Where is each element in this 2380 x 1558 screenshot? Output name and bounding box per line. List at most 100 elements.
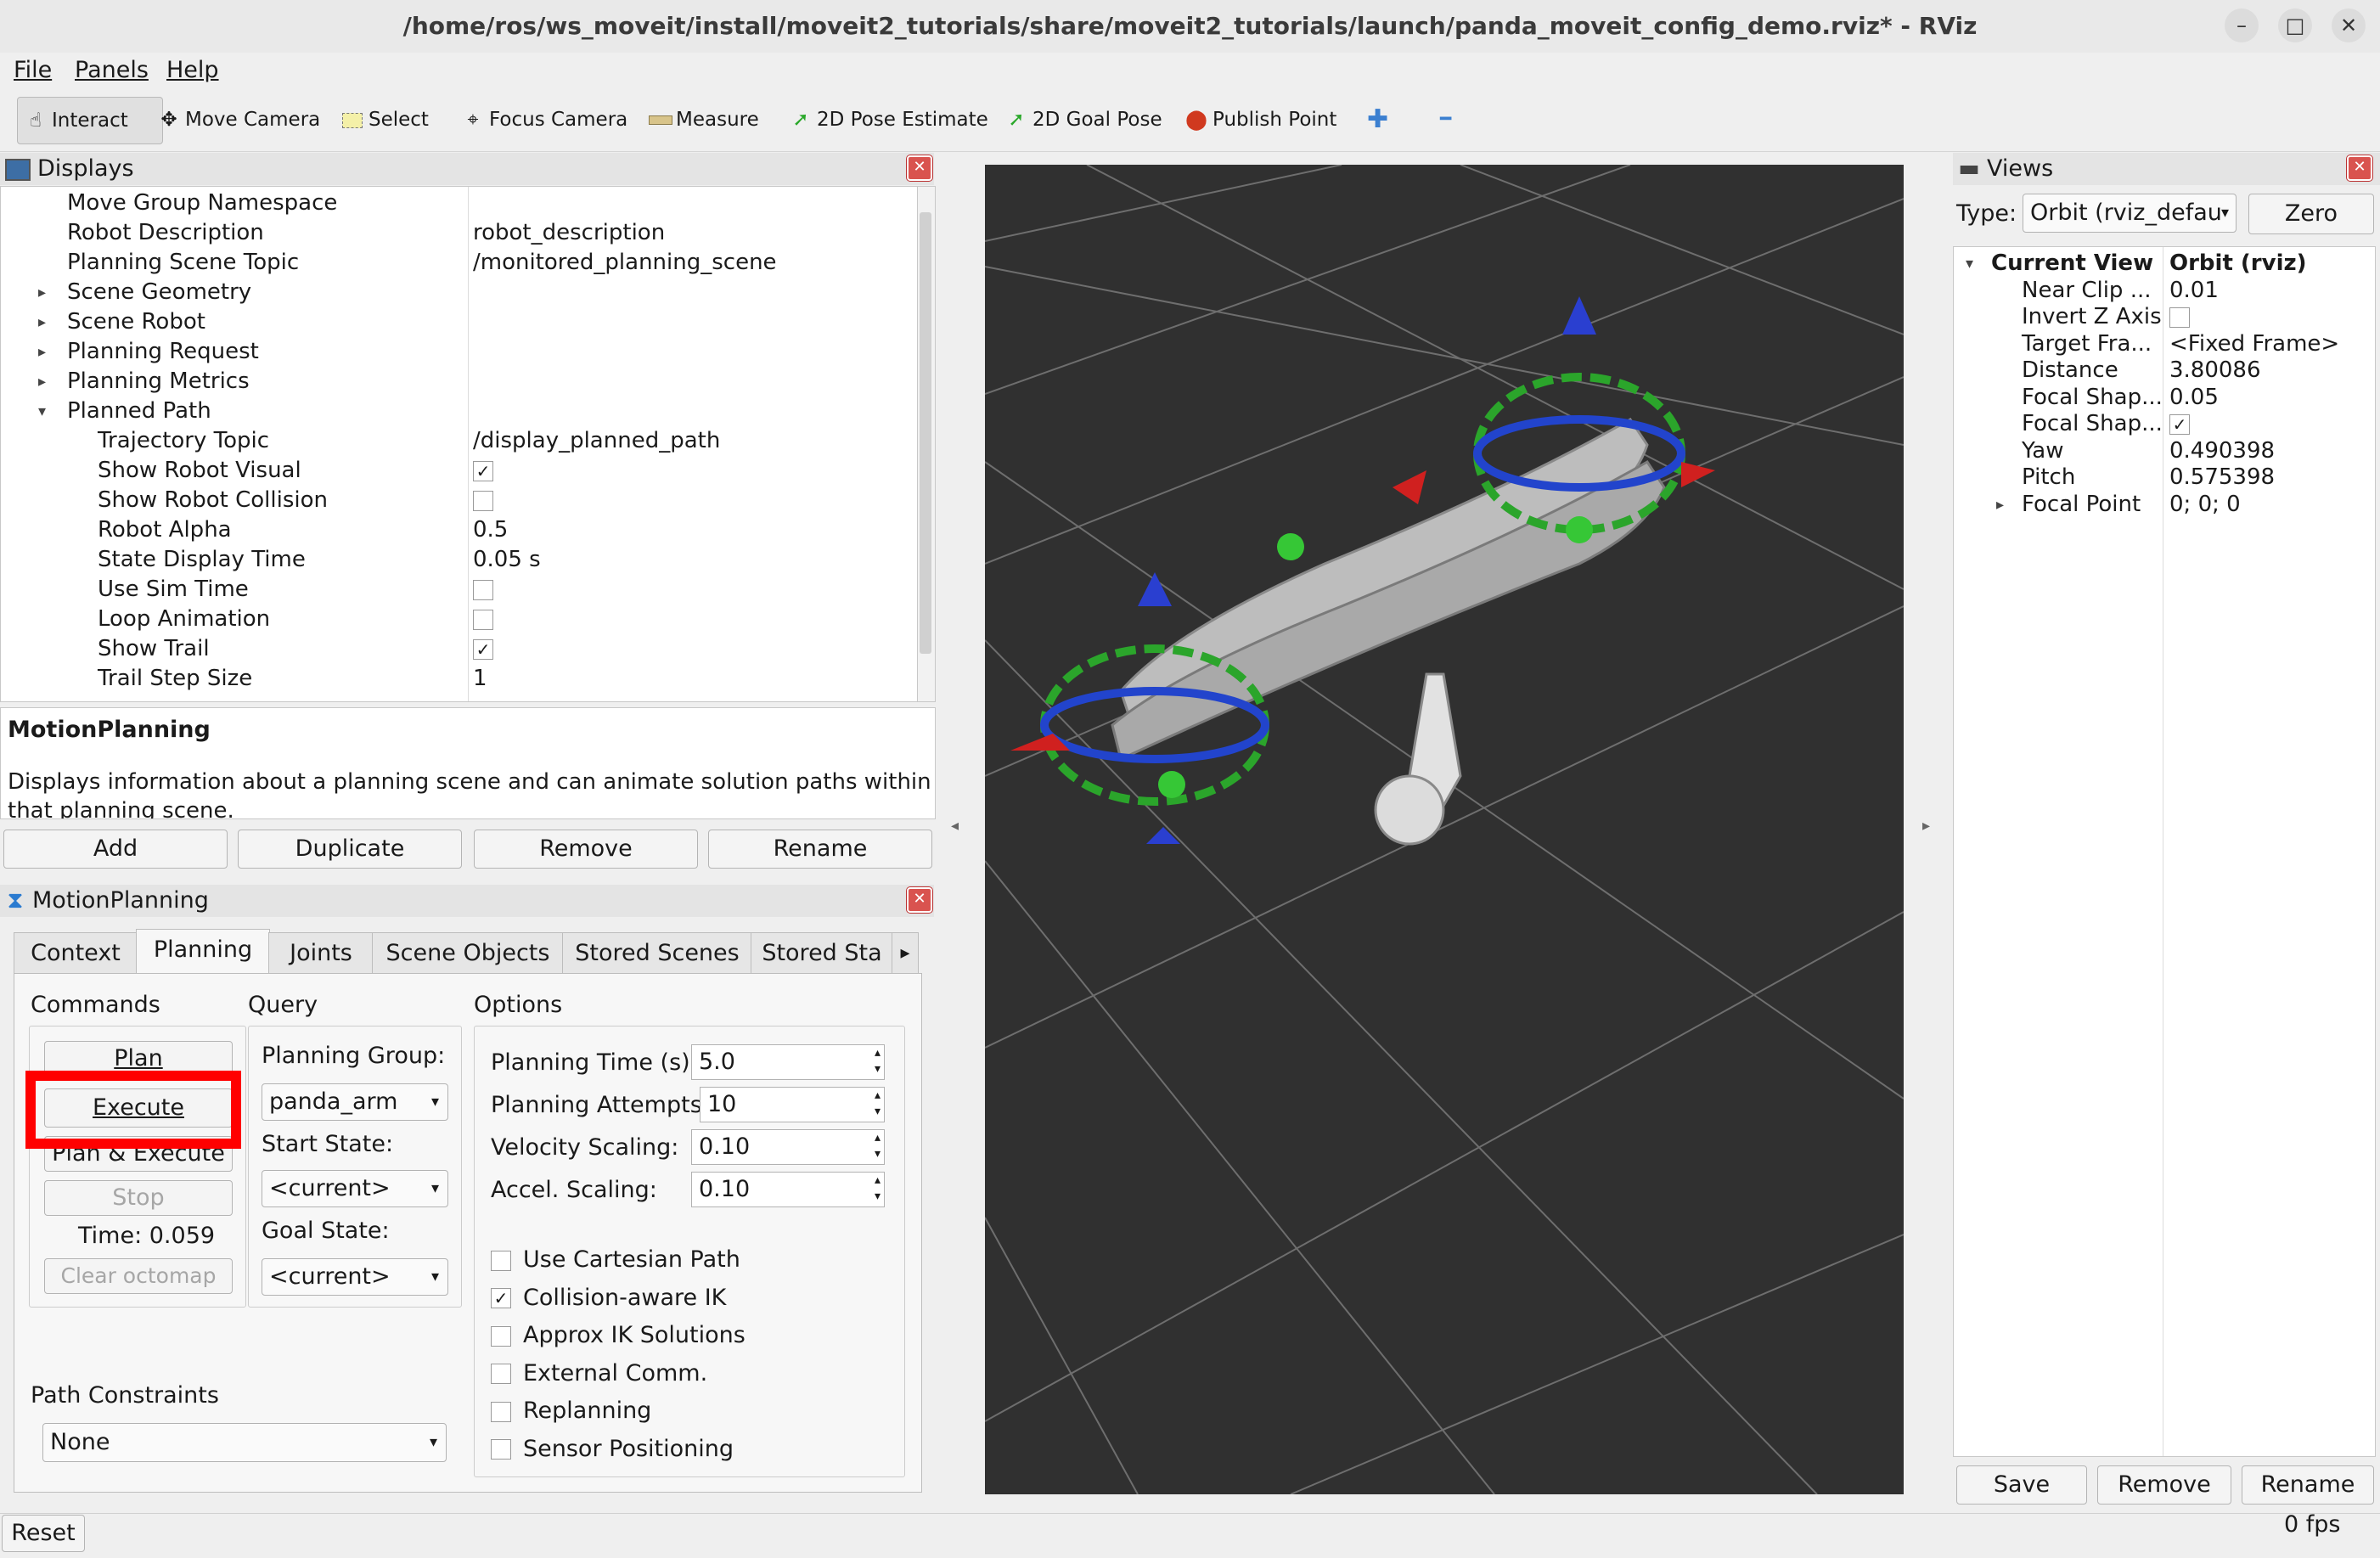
views-tree-row[interactable]: Pitch 0.575398 <box>1954 464 2375 491</box>
property-checkbox[interactable] <box>473 491 493 511</box>
views-tree-row[interactable]: Near Clip ... 0.01 <box>1954 278 2375 304</box>
view-property-value[interactable]: Orbit (rviz) <box>2169 250 2307 277</box>
property-value[interactable]: 1 <box>473 664 487 694</box>
collapse-left-icon[interactable]: ◂ <box>951 817 959 835</box>
view-property-checkbox[interactable] <box>2169 307 2190 328</box>
view-property-value[interactable]: 0.490398 <box>2169 438 2275 464</box>
views-tree-row[interactable]: Distance 3.80086 <box>1954 357 2375 384</box>
spin-arrows-icon[interactable]: ▴ ▾ <box>875 1173 881 1205</box>
views-tree-row[interactable]: Focal Shap... ✓ <box>1954 411 2375 437</box>
goal-state-select[interactable]: <current> ▾ <box>262 1258 448 1296</box>
property-checkbox[interactable] <box>473 610 493 630</box>
move-camera-tool-button[interactable]: ✥ Move Camera <box>158 97 320 143</box>
collapse-right-icon[interactable]: ▸ <box>1922 817 1930 835</box>
minimize-button[interactable]: – <box>2225 8 2259 42</box>
view-property-checkbox[interactable]: ✓ <box>2169 414 2190 435</box>
close-window-button[interactable]: ✕ <box>2332 8 2366 42</box>
displays-tree-row[interactable]: Use Sim Time <box>1 575 918 605</box>
remove-view-button[interactable]: Remove <box>2097 1465 2231 1505</box>
expand-arrow-icon[interactable]: ▸ <box>38 307 46 337</box>
property-value[interactable]: /display_planned_path <box>473 426 720 456</box>
property-value[interactable]: 0.5 <box>473 515 508 545</box>
tab-planning[interactable]: Planning <box>136 929 270 974</box>
views-tree-row[interactable]: ▾ Current View Orbit (rviz) <box>1954 250 2375 277</box>
clear-octomap-button[interactable]: Clear octomap <box>44 1258 233 1294</box>
option-checkbox-row[interactable]: ✓ Collision-aware IK <box>491 1283 726 1313</box>
save-view-button[interactable]: Save <box>1956 1465 2087 1505</box>
displays-tree-row[interactable]: Trajectory Topic/display_planned_path <box>1 426 918 456</box>
remove-display-button[interactable]: Remove <box>474 830 698 869</box>
publish-point-tool-button[interactable]: ⬤ Publish Point <box>1185 97 1336 143</box>
displays-tree-row[interactable]: Robot Description robot_description <box>1 218 918 248</box>
tab-stored-sta[interactable]: Stored Sta <box>751 932 893 974</box>
expand-arrow-icon[interactable]: ▸ <box>38 337 46 367</box>
option-checkbox[interactable] <box>491 1325 511 1347</box>
displays-tree-row[interactable]: ▸ Scene Geometry <box>1 278 918 307</box>
interact-tool-button[interactable]: ☝ Interact <box>17 97 163 144</box>
pose-estimate-tool-button[interactable]: ➚ 2D Pose Estimate <box>790 97 987 143</box>
expand-arrow-icon[interactable]: ▸ <box>1996 492 2004 518</box>
spin-arrows-icon[interactable]: ▴ ▾ <box>875 1130 881 1162</box>
rename-view-button[interactable]: Rename <box>2242 1465 2374 1505</box>
select-tool-button[interactable]: Select <box>341 97 429 143</box>
property-value[interactable]: robot_description <box>473 218 665 248</box>
expand-arrow-icon[interactable]: ▸ <box>38 278 46 307</box>
start-state-select[interactable]: <current> ▾ <box>262 1170 448 1207</box>
remove-tool-icon[interactable]: ━ <box>1440 97 1451 143</box>
tab-stored-scenes[interactable]: Stored Scenes <box>562 932 752 974</box>
3d-viewport[interactable] <box>985 165 1904 1494</box>
close-icon[interactable]: ✕ <box>907 155 932 181</box>
option-checkbox-row[interactable]: Replanning <box>491 1396 651 1426</box>
option-checkbox-row[interactable]: Use Cartesian Path <box>491 1245 740 1275</box>
duplicate-display-button[interactable]: Duplicate <box>238 830 462 869</box>
measure-tool-button[interactable]: Measure <box>649 97 759 143</box>
view-property-value[interactable]: 0.05 <box>2169 385 2219 411</box>
add-display-button[interactable]: Add <box>3 830 228 869</box>
views-tree-row[interactable]: Focal Shap... 0.05 <box>1954 385 2375 411</box>
stop-button[interactable]: Stop <box>44 1180 233 1216</box>
displays-tree-row[interactable]: Show Robot Collision <box>1 486 918 515</box>
menu-help[interactable]: Help <box>166 54 219 87</box>
displays-tree-row[interactable]: ▾ Planned Path <box>1 397 918 426</box>
path-constraints-select[interactable]: None ▾ <box>42 1423 447 1462</box>
scrollbar-thumb[interactable] <box>920 212 931 654</box>
displays-tree-row[interactable]: Show Trail ✓ <box>1 634 918 664</box>
expand-arrow-icon[interactable]: ▾ <box>1966 250 1973 277</box>
maximize-button[interactable]: □ <box>2278 8 2312 42</box>
menu-file[interactable]: File <box>14 54 52 87</box>
option-checkbox[interactable] <box>491 1364 511 1384</box>
tab-scroll-right-icon[interactable]: ▸ <box>892 932 919 975</box>
view-type-select[interactable]: Orbit (rviz_defau ▾ <box>2023 194 2237 233</box>
displays-tree-row[interactable]: ▸ Planning Request <box>1 337 918 367</box>
displays-tree-row[interactable]: Show Robot Visual ✓ <box>1 456 918 486</box>
tab-joints[interactable]: Joints <box>268 932 374 974</box>
option-checkbox[interactable] <box>491 1401 511 1422</box>
expand-arrow-icon[interactable]: ▾ <box>38 397 46 426</box>
close-icon[interactable]: ✕ <box>2347 155 2372 181</box>
option-checkbox-row[interactable]: External Comm. <box>491 1358 707 1389</box>
displays-tree-row[interactable]: State Display Time 0.05 s <box>1 545 918 575</box>
tab-context[interactable]: Context <box>14 932 138 974</box>
add-tool-icon[interactable]: ✚ <box>1367 97 1388 143</box>
displays-tree-row[interactable]: Planning Scene Topic/monitored_planning_… <box>1 248 918 278</box>
spin-arrows-icon[interactable]: ▴ ▾ <box>875 1088 881 1120</box>
displays-tree-row[interactable]: Robot Alpha 0.5 <box>1 515 918 545</box>
view-property-value[interactable]: 0; 0; 0 <box>2169 492 2241 518</box>
zero-view-button[interactable]: Zero <box>2248 194 2374 234</box>
views-tree-row[interactable]: ▸ Focal Point 0; 0; 0 <box>1954 492 2375 518</box>
planning-attempts-spinbox[interactable]: 10 ▴ ▾ <box>700 1087 885 1122</box>
property-value[interactable]: /monitored_planning_scene <box>473 248 777 278</box>
planning-time-spinbox[interactable]: 5.0 ▴ ▾ <box>691 1044 885 1080</box>
views-tree-row[interactable]: Invert Z Axis <box>1954 304 2375 330</box>
displays-tree-row[interactable]: ▸ Planning Metrics <box>1 367 918 397</box>
rename-display-button[interactable]: Rename <box>708 830 932 869</box>
property-checkbox[interactable]: ✓ <box>473 461 493 481</box>
displays-tree-row[interactable]: ▸ Scene Robot <box>1 307 918 337</box>
views-tree-row[interactable]: Target Fra... <Fixed Frame> <box>1954 331 2375 357</box>
tab-scene-objects[interactable]: Scene Objects <box>372 932 564 974</box>
planning-group-select[interactable]: panda_arm ▾ <box>262 1083 448 1121</box>
property-checkbox[interactable] <box>473 580 493 600</box>
option-checkbox[interactable]: ✓ <box>491 1288 511 1308</box>
property-value[interactable]: 0.05 s <box>473 545 541 575</box>
velocity-scaling-spinbox[interactable]: 0.10 ▴ ▾ <box>691 1129 885 1165</box>
